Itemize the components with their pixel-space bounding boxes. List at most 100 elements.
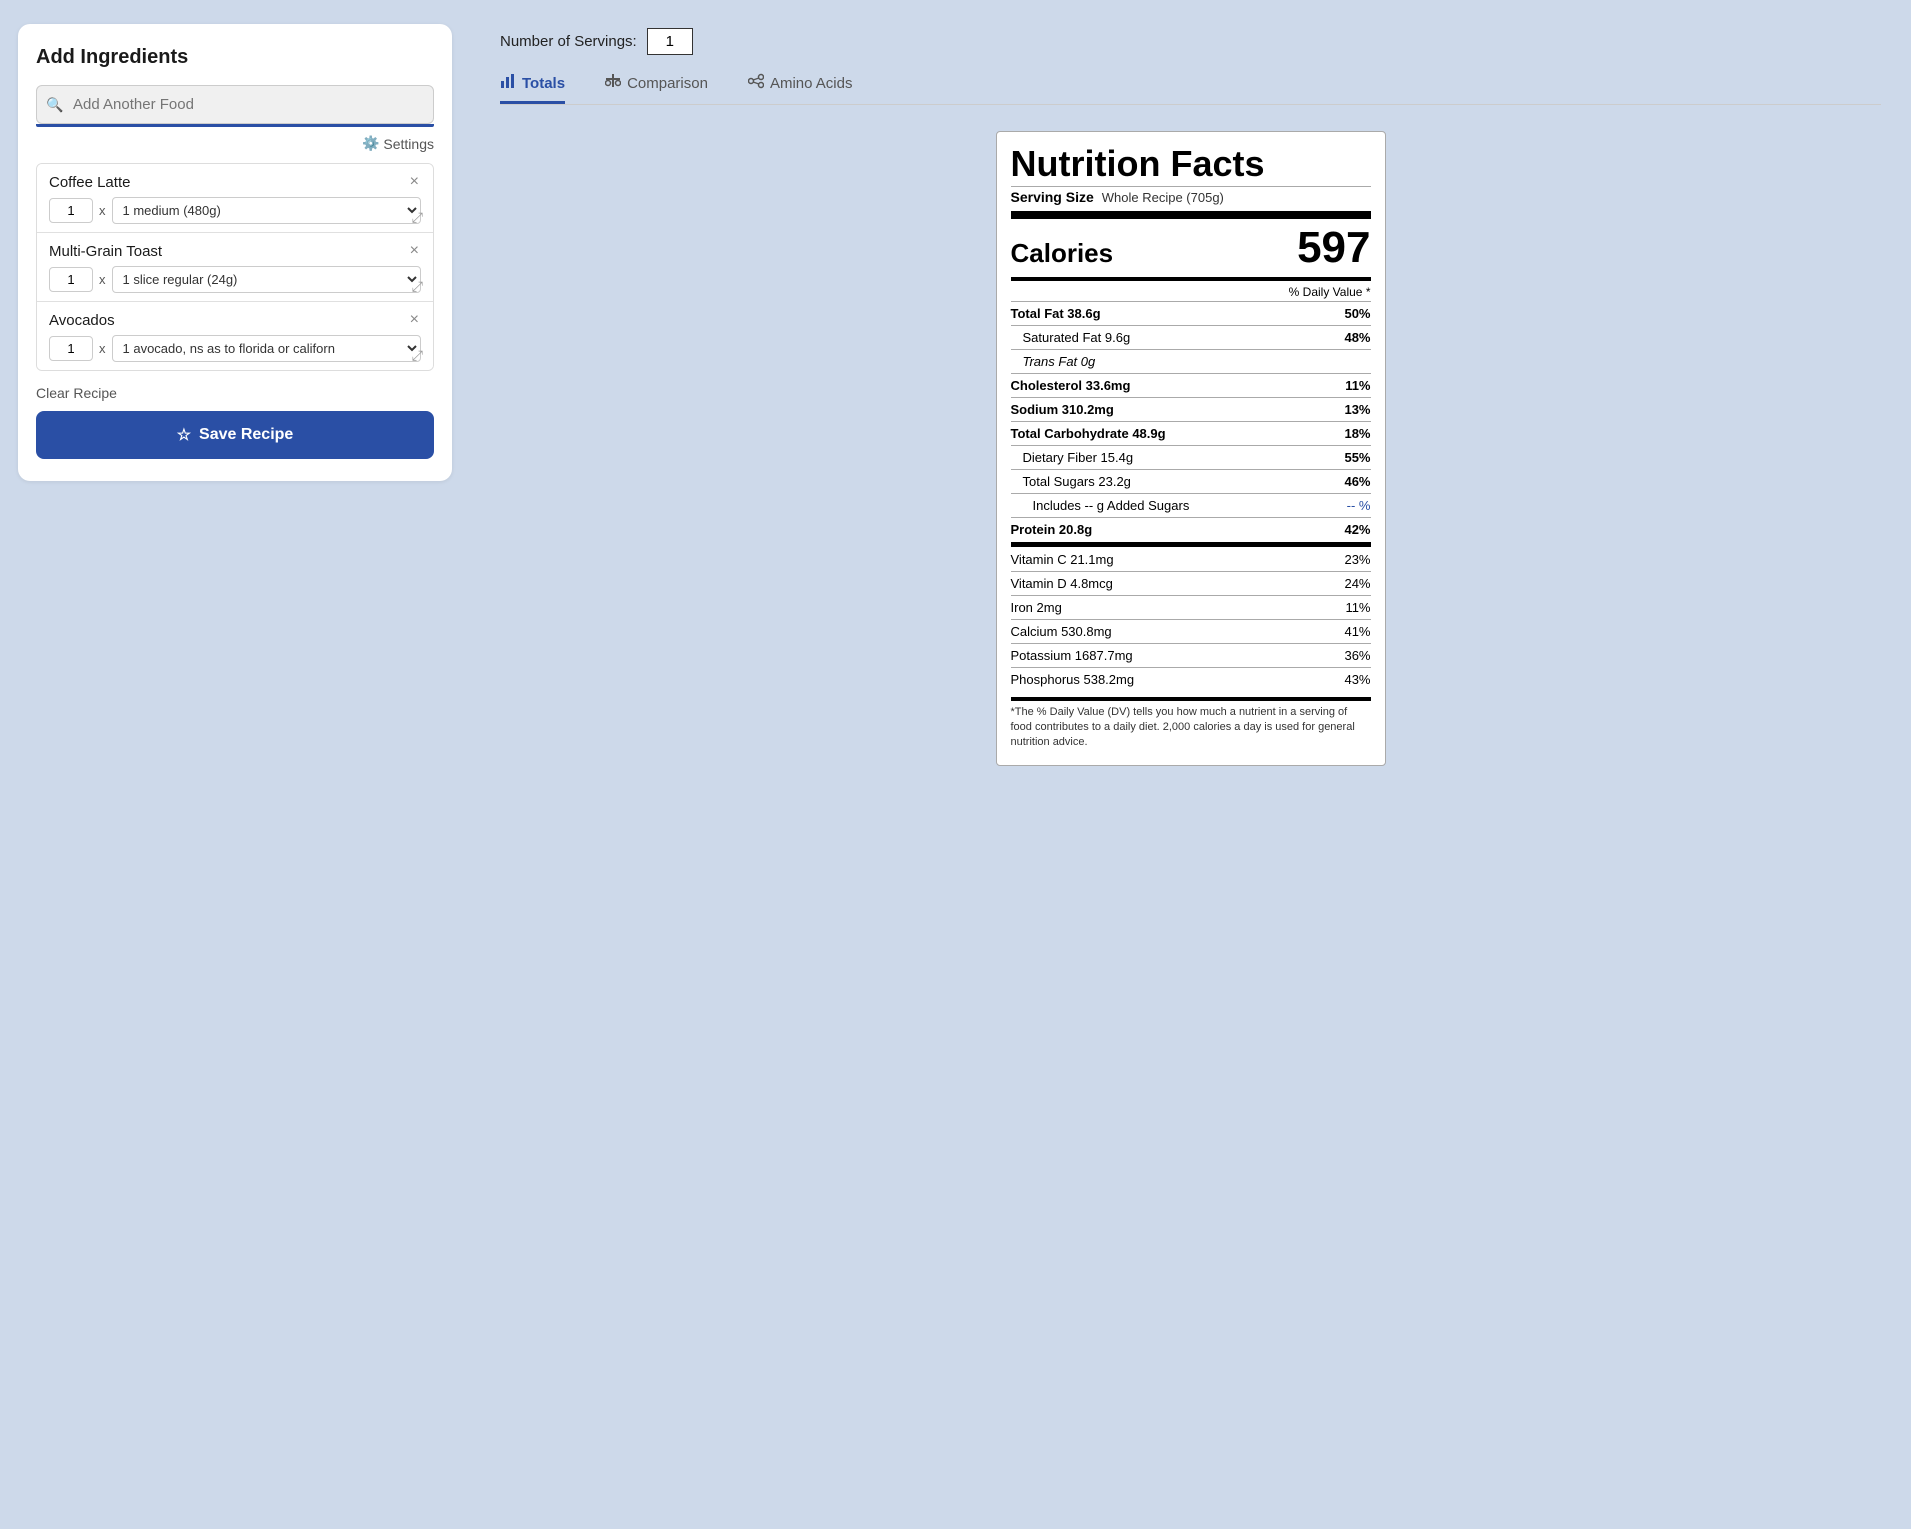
food-item: Avocados × x 1 avocado, ns as to florida… [37, 302, 433, 370]
quantity-input[interactable] [49, 336, 93, 361]
molecule-icon [748, 73, 764, 93]
balance-icon [605, 73, 621, 93]
food-item: Coffee Latte × x 1 medium (480g) 1 small… [37, 164, 433, 233]
food-item-header: Avocados × [49, 312, 421, 329]
search-input[interactable] [36, 85, 434, 124]
tab-comparison-label: Comparison [627, 75, 708, 92]
expand-icon[interactable]: ⤢ [412, 278, 423, 295]
nf-row-value: 48% [1344, 330, 1370, 345]
servings-input[interactable] [647, 28, 693, 55]
search-icon: 🔍 [46, 96, 63, 113]
serving-select[interactable]: 1 medium (480g) 1 small (240g) 1 large (… [112, 197, 422, 224]
nf-row-label: Vitamin D 4.8mcg [1011, 576, 1113, 591]
nf-row-cholesterol: Cholesterol 33.6mg 11% [1011, 376, 1371, 395]
tab-amino-acids-label: Amino Acids [770, 75, 853, 92]
settings-label: Settings [383, 136, 434, 152]
food-list: Coffee Latte × x 1 medium (480g) 1 small… [36, 163, 434, 371]
nf-row-value: 18% [1344, 426, 1370, 441]
nf-row-label: Saturated Fat 9.6g [1023, 330, 1131, 345]
nf-medium-divider [1011, 277, 1371, 281]
nf-row-value: -- % [1347, 498, 1371, 513]
nf-row-label: Total Sugars 23.2g [1023, 474, 1131, 489]
food-item-row: x 1 avocado, ns as to florida or califor… [49, 335, 421, 362]
nf-divider [1011, 186, 1371, 187]
nf-row-total-fat: Total Fat 38.6g 50% [1011, 304, 1371, 323]
nf-row-calcium: Calcium 530.8mg 41% [1011, 622, 1371, 641]
nf-separator-thick [1011, 542, 1371, 547]
chart-icon [500, 73, 516, 93]
nf-row-vitc: Vitamin C 21.1mg 23% [1011, 550, 1371, 569]
food-name: Coffee Latte [49, 174, 130, 191]
settings-button[interactable]: ⚙️ Settings [362, 135, 434, 152]
search-bar-wrap: 🔍 [36, 85, 434, 124]
settings-row: ⚙️ Settings [36, 135, 434, 153]
nf-row-sat-fat: Saturated Fat 9.6g 48% [1011, 328, 1371, 347]
nf-dv-label: % Daily Value * [1011, 285, 1371, 299]
nf-row-phosphorus: Phosphorus 538.2mg 43% [1011, 670, 1371, 689]
servings-label: Number of Servings: [500, 33, 637, 50]
nf-row-trans-fat: Trans Fat 0g [1011, 352, 1371, 371]
nf-calories-row: Calories 597 [1011, 223, 1371, 273]
gear-icon: ⚙️ [362, 135, 379, 152]
food-item: Multi-Grain Toast × x 1 slice regular (2… [37, 233, 433, 302]
quantity-input[interactable] [49, 267, 93, 292]
food-item-header: Coffee Latte × [49, 174, 421, 191]
nf-row-value: 23% [1344, 552, 1370, 567]
left-panel: Add Ingredients 🔍 ⚙️ Settings Coffee Lat… [0, 0, 470, 1529]
food-item-close-button[interactable]: × [408, 312, 421, 328]
nf-row-label: Dietary Fiber 15.4g [1023, 450, 1134, 465]
serving-select[interactable]: 1 avocado, ns as to florida or californ … [112, 335, 422, 362]
food-item-header: Multi-Grain Toast × [49, 243, 421, 260]
nf-row-sugars: Total Sugars 23.2g 46% [1011, 472, 1371, 491]
nf-title: Nutrition Facts [1011, 144, 1371, 184]
nf-row-label: Iron 2mg [1011, 600, 1062, 615]
nf-thick-divider [1011, 211, 1371, 219]
nf-row-label: Total Carbohydrate 48.9g [1011, 426, 1166, 441]
quantity-input[interactable] [49, 198, 93, 223]
search-underline [36, 124, 434, 127]
nf-row-value: 11% [1345, 378, 1370, 393]
nf-footer: *The % Daily Value (DV) tells you how mu… [1011, 697, 1371, 751]
nf-row-value: 43% [1344, 672, 1370, 687]
nf-row-label: Potassium 1687.7mg [1011, 648, 1133, 663]
expand-icon[interactable]: ⤢ [412, 347, 423, 364]
star-icon: ☆ [177, 425, 191, 445]
nf-row-value: 55% [1344, 450, 1370, 465]
tab-amino-acids[interactable]: Amino Acids [748, 73, 853, 104]
servings-row: Number of Servings: [500, 28, 1881, 55]
nf-row-total-carb: Total Carbohydrate 48.9g 18% [1011, 424, 1371, 443]
nf-row-value: 11% [1345, 600, 1370, 615]
food-item-row: x 1 slice regular (24g) 1 slice thick (3… [49, 266, 421, 293]
food-item-close-button[interactable]: × [408, 243, 421, 259]
nf-row-value: 13% [1344, 402, 1370, 417]
nf-row-value: 41% [1344, 624, 1370, 639]
tabs-row: Totals Comparison [500, 73, 1881, 105]
x-label: x [99, 272, 106, 287]
card-title: Add Ingredients [36, 46, 434, 69]
nf-row-value: 42% [1344, 522, 1370, 537]
nf-row-value: 24% [1344, 576, 1370, 591]
clear-recipe-button[interactable]: Clear Recipe [36, 385, 117, 401]
nutrition-facts-panel: Nutrition Facts Serving Size Whole Recip… [996, 131, 1386, 766]
save-recipe-button[interactable]: ☆ Save Recipe [36, 411, 434, 459]
x-label: x [99, 341, 106, 356]
food-item-row: x 1 medium (480g) 1 small (240g) 1 large… [49, 197, 421, 224]
serving-select[interactable]: 1 slice regular (24g) 1 slice thick (30g… [112, 266, 422, 293]
nf-row-sodium: Sodium 310.2mg 13% [1011, 400, 1371, 419]
nf-row-label: Includes -- g Added Sugars [1033, 498, 1190, 513]
tab-totals[interactable]: Totals [500, 73, 565, 104]
nf-row-fiber: Dietary Fiber 15.4g 55% [1011, 448, 1371, 467]
nf-row-label: Calcium 530.8mg [1011, 624, 1112, 639]
food-item-close-button[interactable]: × [408, 174, 421, 190]
nf-row-label: Sodium 310.2mg [1011, 402, 1114, 417]
save-recipe-label: Save Recipe [199, 426, 293, 444]
ingredients-card: Add Ingredients 🔍 ⚙️ Settings Coffee Lat… [18, 24, 452, 481]
nf-row-added-sugars: Includes -- g Added Sugars -- % [1011, 496, 1371, 515]
food-name: Avocados [49, 312, 115, 329]
tab-comparison[interactable]: Comparison [605, 73, 708, 104]
nf-row-label: Total Fat 38.6g [1011, 306, 1101, 321]
nf-row-value: 36% [1344, 648, 1370, 663]
tab-totals-label: Totals [522, 75, 565, 92]
expand-icon[interactable]: ⤢ [412, 209, 423, 226]
food-name: Multi-Grain Toast [49, 243, 162, 260]
